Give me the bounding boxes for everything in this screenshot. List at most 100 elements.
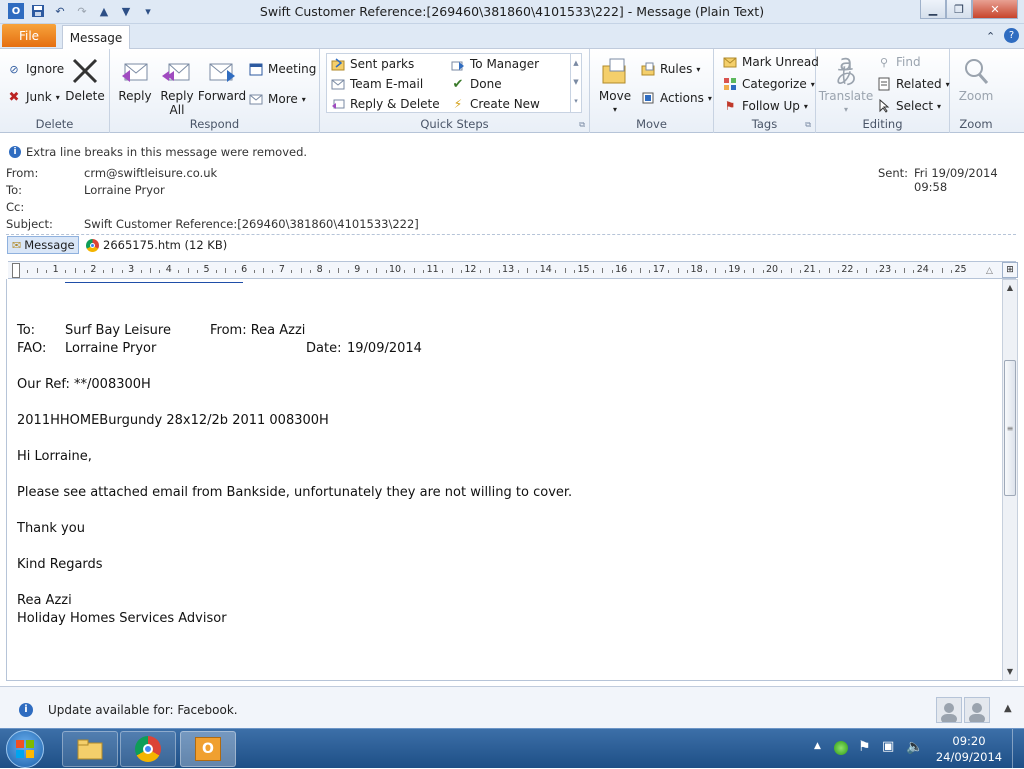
- from-label: From:: [6, 166, 39, 180]
- categorize-button[interactable]: Categorize ▾: [722, 76, 815, 92]
- scroll-thumb[interactable]: ≡: [1004, 360, 1016, 496]
- indent-marker[interactable]: [12, 263, 20, 278]
- ribbon-collapse-icon[interactable]: ⌃: [986, 30, 995, 43]
- ruler-minor-tick: [498, 270, 500, 273]
- ruler-minor-tick: [404, 270, 406, 273]
- quick-step-done[interactable]: ✔ Done: [450, 76, 502, 92]
- more-respond-button[interactable]: More ▾: [248, 91, 306, 107]
- ruler-minor-tick: [866, 268, 868, 273]
- actions-label: Actions: [660, 91, 704, 105]
- ruler-minor-tick: [517, 270, 519, 273]
- tags-group: Mark Unread Categorize ▾ ⚑ Follow Up ▾ T…: [714, 49, 819, 133]
- ruler-minor-tick: [74, 268, 76, 273]
- ruler-tick-label: 4: [165, 264, 172, 275]
- ruler-toggle-icon[interactable]: ⊞: [1002, 262, 1018, 278]
- ruler-ticks: 1 2 3 4 5 6 7 8 9 10 11 12 13 14 15 16 17 18 19 20 21 22 23 24 2…: [8, 262, 1016, 278]
- show-hidden-icons[interactable]: ▲: [814, 741, 821, 751]
- quick-step-create-new[interactable]: ⚡ Create New: [450, 96, 540, 112]
- message-attachment-tab[interactable]: ✉ Message: [7, 236, 79, 254]
- ruler-minor-tick: [121, 270, 123, 273]
- ruler-tick-label: 9: [354, 264, 361, 275]
- expand-people-pane-icon[interactable]: ▲: [1004, 703, 1012, 714]
- contact-avatar[interactable]: [964, 697, 990, 723]
- update-notice[interactable]: Update available for: Facebook.: [48, 703, 238, 717]
- zoom-label: Zoom: [958, 89, 994, 103]
- tab-file[interactable]: File: [2, 24, 56, 47]
- ruler-minor-tick: [856, 270, 858, 273]
- translate-icon: aあ: [834, 51, 857, 90]
- ruler-minor-tick: [555, 270, 557, 273]
- dialog-launcher-icon[interactable]: ⧉: [805, 120, 811, 130]
- network-status-icon[interactable]: [834, 741, 848, 755]
- taskbar-outlook[interactable]: O: [180, 731, 236, 767]
- ignore-button[interactable]: ⊘ Ignore: [6, 61, 64, 77]
- maximize-button[interactable]: ❐: [946, 0, 972, 19]
- reply-all-button[interactable]: Reply All: [160, 55, 194, 117]
- mark-unread-button[interactable]: Mark Unread: [722, 54, 819, 70]
- taskbar-chrome[interactable]: [120, 731, 176, 767]
- mark-unread-icon: [722, 54, 738, 70]
- find-button[interactable]: ⚲ Find: [876, 54, 921, 70]
- contact-avatar[interactable]: [936, 697, 962, 723]
- tab-message[interactable]: Message: [62, 25, 130, 49]
- related-button[interactable]: Related ▾: [876, 76, 950, 92]
- ruler-tick-label: 20: [765, 264, 779, 275]
- ruler-minor-tick: [46, 270, 48, 273]
- follow-up-label: Follow Up: [742, 99, 800, 113]
- ruler-minor-tick: [329, 270, 331, 273]
- junk-label: Junk: [26, 90, 52, 104]
- quick-step-to-manager[interactable]: To Manager: [450, 56, 539, 72]
- show-desktop-button[interactable]: [1012, 729, 1024, 769]
- network-tray-icon[interactable]: ▣: [882, 739, 894, 754]
- help-icon[interactable]: ?: [1004, 28, 1019, 43]
- follow-up-button[interactable]: ⚑ Follow Up ▾: [722, 98, 808, 114]
- from-value[interactable]: crm@swiftleisure.co.uk: [84, 166, 217, 180]
- team-email-icon: [330, 76, 346, 92]
- ruler-minor-tick: [574, 270, 576, 273]
- reply-all-icon: [161, 55, 193, 87]
- rules-button[interactable]: Rules ▾: [640, 61, 700, 77]
- forward-button[interactable]: Forward: [198, 55, 246, 103]
- zoom-button[interactable]: Zoom: [958, 55, 994, 103]
- delete-button[interactable]: Delete: [65, 55, 105, 103]
- body-fao-value: Lorraine Pryor: [65, 341, 157, 356]
- quick-step-sent-parks[interactable]: Sent parks: [330, 56, 414, 72]
- meeting-button[interactable]: Meeting: [248, 61, 316, 77]
- right-indent-marker[interactable]: △: [986, 266, 993, 276]
- flag-tray-icon[interactable]: ⚑: [858, 739, 871, 755]
- clock[interactable]: 09:20 24/09/2014: [934, 733, 1004, 765]
- quick-step-team-email[interactable]: Team E-mail: [330, 76, 423, 92]
- attachment-file[interactable]: 2665175.htm (12 KB): [86, 236, 227, 254]
- quick-steps-scroll[interactable]: ▲ ▼ ▾: [570, 54, 581, 112]
- body-from: From: Rea Azzi: [210, 323, 306, 338]
- junk-button[interactable]: ✖ Junk ▾: [6, 89, 60, 105]
- actions-button[interactable]: Actions ▾: [640, 90, 712, 106]
- body-product: 2011HHOMEBurgundy 28x12/2b 2011 008300H: [17, 413, 329, 428]
- move-button[interactable]: Move ▾: [598, 55, 632, 117]
- ruler-tick-label: 16: [615, 264, 628, 275]
- chevron-down-icon: ▾: [937, 101, 942, 111]
- vertical-scrollbar[interactable]: ▲ ≡ ▼: [1002, 279, 1018, 681]
- dialog-launcher-icon[interactable]: ⧉: [579, 120, 585, 130]
- reply-button[interactable]: Reply: [118, 55, 152, 103]
- ruler-tick-label: 1: [52, 264, 59, 275]
- close-button[interactable]: ✕: [972, 0, 1018, 19]
- scroll-down-arrow[interactable]: ▼: [1003, 664, 1017, 680]
- start-button[interactable]: [6, 730, 44, 768]
- ruler-minor-tick: [272, 270, 274, 273]
- scroll-up-arrow[interactable]: ▲: [1003, 280, 1017, 296]
- quick-step-reply-delete[interactable]: Reply & Delete: [330, 96, 440, 112]
- translate-button[interactable]: aあ Translate ▾: [819, 51, 874, 117]
- select-button[interactable]: Select ▾: [876, 98, 941, 114]
- message-body[interactable]: To: Surf Bay Leisure From: Rea Azzi FAO:…: [6, 279, 1002, 681]
- to-value[interactable]: Lorraine Pryor: [84, 183, 165, 197]
- ruler-tick-label: 21: [803, 264, 816, 275]
- ruler-minor-tick: [300, 268, 302, 273]
- volume-icon[interactable]: 🔈: [906, 739, 923, 755]
- minimize-button[interactable]: ▁: [920, 0, 946, 19]
- taskbar-explorer[interactable]: [62, 731, 118, 767]
- ruler-minor-tick: [291, 270, 293, 273]
- ruler-minor-tick: [819, 270, 821, 273]
- chevron-down-icon: ▾: [707, 93, 712, 103]
- lightning-icon: ⚡: [453, 97, 463, 111]
